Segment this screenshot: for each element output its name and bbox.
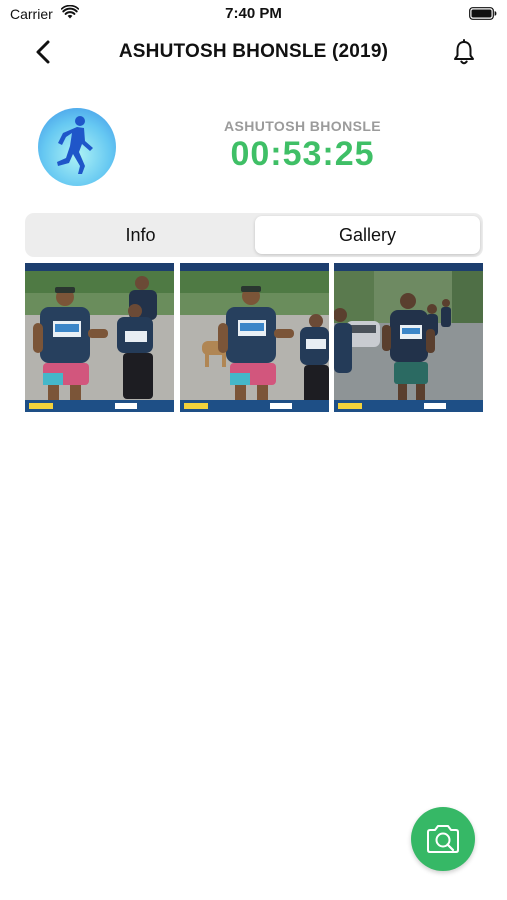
bell-icon[interactable]: [451, 39, 477, 67]
status-time: 7:40 PM: [225, 5, 282, 22]
runner-name: ASHUTOSH BHONSLE: [223, 118, 382, 134]
navigation-bar: ASHUTOSH BHONSLE (2019): [0, 30, 507, 76]
gallery-photo[interactable]: [25, 263, 174, 412]
gallery-photo[interactable]: [180, 263, 329, 412]
photo-gallery: [25, 263, 483, 412]
tab-gallery[interactable]: Gallery: [255, 216, 480, 254]
segmented-control: Info Gallery: [25, 213, 483, 257]
camera-button[interactable]: [411, 807, 475, 871]
gallery-photo[interactable]: [334, 263, 483, 412]
camera-icon: [427, 825, 459, 853]
avatar: [38, 108, 116, 186]
page-title: ASHUTOSH BHONSLE (2019): [118, 41, 389, 62]
status-bar: Carrier 7:40 PM: [0, 0, 507, 28]
battery-icon: [469, 7, 497, 20]
runner-icon: [57, 116, 93, 174]
chevron-left-icon[interactable]: [30, 38, 58, 66]
finish-time: 00:53:25: [230, 135, 375, 173]
tab-info[interactable]: Info: [28, 216, 253, 254]
